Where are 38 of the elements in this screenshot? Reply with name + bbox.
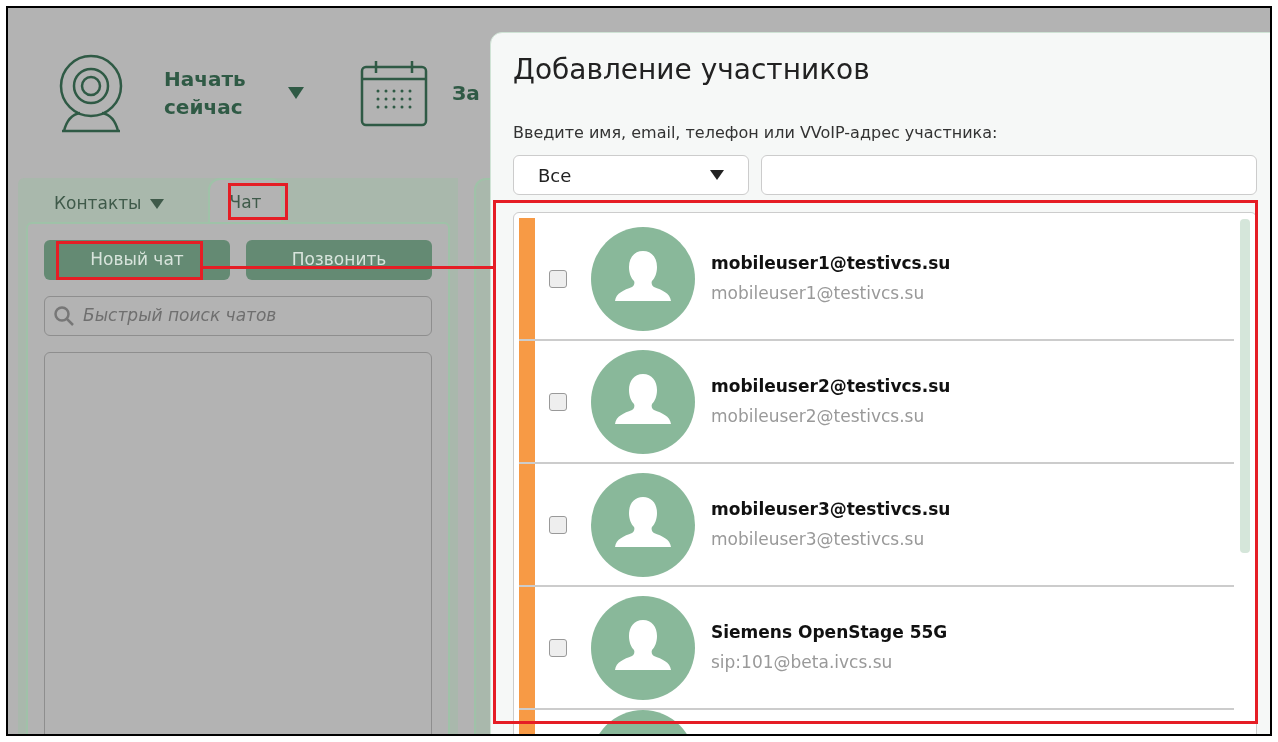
contact-row[interactable]: mobileuser1@testivcs.su mobileuser1@testivcs.su [519,218,1234,341]
contact-address: mobileuser1@testivcs.su [711,281,926,305]
checkbox[interactable] [549,515,567,534]
search-icon [53,305,75,327]
calendar-icon[interactable] [360,59,428,127]
contact-name: mobileuser3@testivcs.su [711,498,951,521]
schedule-label[interactable]: За [452,78,480,108]
contact-address: mobileuser3@testivcs.su [711,527,926,551]
filter-dropdown[interactable]: Все [513,155,749,195]
sidebar-tab[interactable]: Контакты [34,186,184,222]
action-button[interactable]: Позвонить [246,240,432,280]
contact-row[interactable]: mobileuser3@testivcs.su mobileuser3@testivcs.su [519,464,1234,587]
start-now-label[interactable]: Начать сейчас [164,65,264,121]
dropdown-caret-icon [149,199,164,209]
participant-input[interactable] [761,155,1257,195]
contact-row[interactable]: mobileuser2@testivcs.su mobileuser2@testivcs.su [519,341,1234,464]
contact-name: mobileuser2@testivcs.su [711,375,951,398]
checkbox[interactable] [549,269,567,288]
contact-address: mobileuser2@testivcs.su [711,404,926,428]
checkbox[interactable] [549,638,567,657]
webcam-icon[interactable] [58,53,124,133]
user-avatar-icon [591,349,695,454]
user-avatar-icon [591,226,695,331]
dialog-title: Добавление участников [513,52,871,88]
highlight-frame [228,183,288,220]
search-field[interactable]: Быстрый поиск чатов [83,303,423,329]
dropdown-caret-icon[interactable] [288,87,304,99]
dropdown-caret-icon [710,170,724,180]
user-avatar-icon [591,472,695,577]
contact-name: Siemens OpenStage 55G [711,621,948,644]
user-avatar-icon [591,595,695,700]
contact-row[interactable]: Siemens OpenStage 55G sip:101@beta.ivcs.su [519,587,1234,710]
search-box[interactable]: Быстрый поиск чатов [44,296,432,336]
contact-name: mobileuser1@testivcs.su [711,252,951,275]
search-prompt: Введите имя, email, телефон или VVoIP-адрес участника: [513,122,999,144]
sidebar-tab[interactable]: Чат [207,178,284,222]
contact-address: sip:101@beta.ivcs.su [711,650,894,674]
checkbox[interactable] [549,392,567,411]
